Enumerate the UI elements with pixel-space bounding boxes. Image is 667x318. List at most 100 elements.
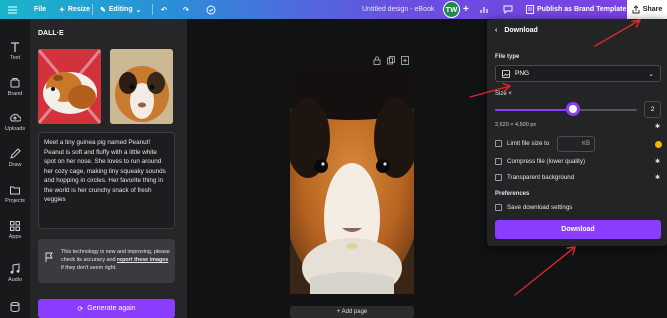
- guinea-pig-image: [38, 49, 101, 124]
- limit-file-size-option[interactable]: Limit file size to: [495, 140, 549, 147]
- save-settings-label: Save download settings: [507, 204, 573, 211]
- rail-label: Audio: [7, 277, 23, 283]
- notice-suffix: if they don't seem right.: [61, 265, 117, 271]
- analytics-button[interactable]: [480, 0, 489, 19]
- rail-label: Uploads: [4, 126, 26, 132]
- undo-button[interactable]: ↶: [161, 0, 167, 19]
- limit-file-size-label: Limit file size to: [507, 140, 550, 147]
- report-images-link[interactable]: report these images: [117, 257, 168, 263]
- compress-option[interactable]: Compress file (lower quality): [495, 158, 585, 165]
- dalle-panel: DALL·E ••• Meet a tiny guinea pig named …: [30, 19, 206, 318]
- preferences-label: Preferences: [495, 191, 530, 197]
- add-page-icon[interactable]: [401, 56, 409, 65]
- pro-sparkle-icon: ✱: [655, 159, 661, 165]
- generate-again-button[interactable]: ⟳ Generate again: [38, 299, 175, 318]
- transparent-label: Transparent background: [507, 174, 575, 181]
- resize-button[interactable]: ✦ Resize: [59, 0, 90, 19]
- page-tools: [373, 56, 409, 65]
- panel-title: DALL·E: [38, 30, 64, 37]
- audio-icon: [10, 263, 20, 274]
- hamburger-icon: [8, 5, 17, 14]
- upload-icon: [10, 113, 21, 122]
- guinea-pig-photo[interactable]: [290, 68, 414, 294]
- size-input[interactable]: 2: [644, 101, 661, 118]
- rail-label: Apps: [8, 234, 22, 240]
- file-label: File: [34, 6, 47, 13]
- comment-icon: [503, 5, 513, 14]
- file-type-select[interactable]: PNG ⌄: [495, 65, 661, 82]
- guinea-pig-image: [110, 49, 173, 124]
- undo-icon: ↶: [161, 6, 167, 14]
- cloud-save-status[interactable]: [206, 0, 216, 19]
- rail-label: Draw: [8, 162, 22, 168]
- plus-icon: +: [463, 4, 469, 15]
- generated-image-1[interactable]: [38, 49, 101, 124]
- add-page-button[interactable]: + Add page: [290, 306, 414, 318]
- chevron-down-icon: ⌄: [135, 6, 142, 14]
- document-title[interactable]: Untitled design - eBook: [362, 0, 434, 19]
- download-button[interactable]: Download: [495, 220, 661, 239]
- file-menu-button[interactable]: File: [34, 0, 46, 19]
- pro-sparkle-icon: ✱: [655, 175, 661, 181]
- rail-label: Projects: [5, 198, 25, 204]
- rail-item-projects[interactable]: Projects: [0, 184, 30, 204]
- size-slider-handle[interactable]: [566, 102, 581, 116]
- apps-icon: [10, 221, 20, 231]
- compress-checkbox[interactable]: [495, 158, 502, 165]
- dimensions-text: 2,620 × 4,500 px: [495, 122, 537, 128]
- image-file-icon: [502, 69, 510, 78]
- rail-item-more[interactable]: [0, 301, 30, 315]
- limit-file-size-checkbox[interactable]: [495, 140, 502, 147]
- share-button[interactable]: Share: [627, 0, 667, 19]
- duplicate-page-icon[interactable]: [387, 56, 395, 65]
- template-icon: [526, 5, 534, 14]
- info-notice: This technology is new and improving, pl…: [38, 239, 175, 283]
- prompt-description[interactable]: Meet a tiny guinea pig named Peanut! Pea…: [38, 132, 175, 229]
- save-settings-option[interactable]: Save download settings: [495, 204, 572, 211]
- comments-button[interactable]: [503, 0, 513, 19]
- publish-brand-template-button[interactable]: Publish as Brand Template: [526, 0, 626, 19]
- top-toolbar: File ✦ Resize ✎ Editing ⌄ ↶ ↷ Untitled d…: [0, 0, 667, 19]
- download-title: Download: [504, 27, 538, 34]
- back-chevron-icon[interactable]: ‹: [495, 27, 497, 34]
- kb-input[interactable]: KB: [557, 136, 595, 152]
- rail-label: Text: [9, 55, 21, 61]
- transparent-checkbox[interactable]: [495, 174, 502, 181]
- rail-item-draw[interactable]: Draw: [0, 148, 30, 168]
- rail-item-brand[interactable]: Brand: [0, 77, 30, 97]
- add-collaborator-button[interactable]: +: [463, 0, 469, 19]
- redo-button[interactable]: ↷: [183, 0, 189, 19]
- rail-item-uploads[interactable]: Uploads: [0, 112, 30, 132]
- redo-icon: ↷: [183, 6, 189, 14]
- pencil-icon: ✎: [100, 6, 106, 14]
- hamburger-menu-button[interactable]: [8, 0, 17, 19]
- left-navigation-rail: Text Brand Uploads Draw Projects Apps Au…: [0, 19, 30, 318]
- avatar[interactable]: TW: [443, 1, 460, 18]
- sparkle-icon: ✦: [59, 6, 65, 14]
- transparent-option[interactable]: Transparent background: [495, 174, 574, 181]
- text-icon: [11, 42, 19, 52]
- resize-label: Resize: [67, 6, 91, 13]
- generated-image-2[interactable]: [110, 49, 173, 124]
- size-slider-fill: [495, 109, 574, 111]
- generate-again-label: Generate again: [87, 305, 136, 312]
- notice-text: This technology is new and improving, pl…: [61, 248, 171, 272]
- rail-label: Brand: [7, 91, 23, 97]
- file-type-value: PNG: [515, 70, 530, 77]
- flag-icon: [45, 252, 53, 262]
- file-type-label: File type: [495, 54, 520, 60]
- pro-crown-icon: [655, 141, 662, 148]
- database-icon: [10, 302, 20, 313]
- lock-icon[interactable]: [373, 56, 381, 65]
- rail-item-apps[interactable]: Apps: [0, 220, 30, 240]
- size-label: Size ×: [495, 91, 512, 97]
- rail-item-audio[interactable]: Audio: [0, 263, 30, 283]
- share-upload-icon: [632, 5, 640, 14]
- share-label: Share: [642, 6, 663, 13]
- editing-mode-button[interactable]: ✎ Editing ⌄: [100, 0, 141, 19]
- download-header[interactable]: ‹ Download: [495, 27, 538, 34]
- save-settings-checkbox[interactable]: [495, 204, 502, 211]
- download-panel: ‹ Download File type PNG ⌄ Size × 2 2,62…: [487, 19, 667, 246]
- rail-item-text[interactable]: Text: [0, 41, 30, 61]
- editing-label: Editing: [108, 6, 133, 13]
